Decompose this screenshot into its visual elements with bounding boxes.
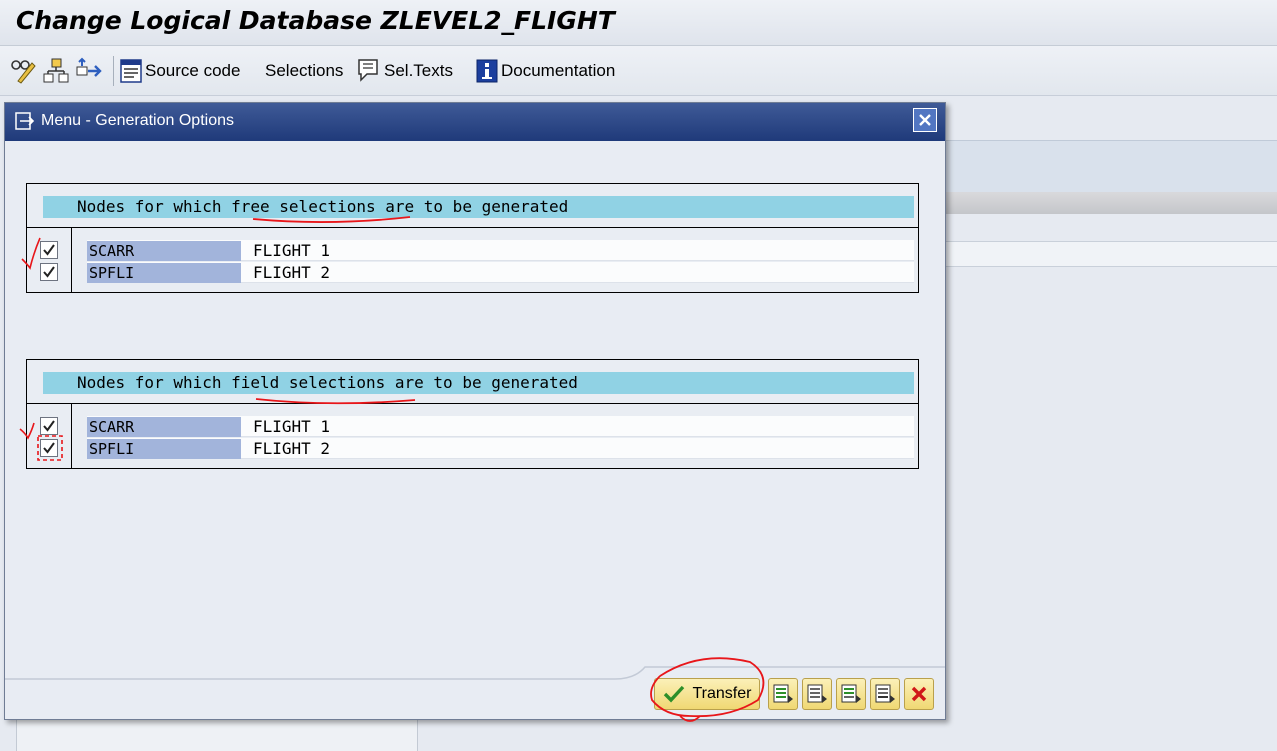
- navigation-arrows-icon[interactable]: [74, 57, 102, 85]
- documentation-label: Documentation: [501, 61, 616, 80]
- checkmark-icon: [43, 420, 55, 432]
- background-pane: [946, 140, 1277, 192]
- background-row: [946, 241, 1277, 267]
- select-block-button[interactable]: [836, 678, 866, 710]
- info-icon: [476, 59, 498, 83]
- source-code-button[interactable]: Source code: [120, 57, 240, 85]
- field-selection-checkbox-scarr[interactable]: [40, 417, 58, 435]
- checkbox-column-divider: [71, 227, 72, 293]
- selections-label: Selections: [265, 61, 344, 80]
- checkmark-icon: [43, 244, 55, 256]
- window-title-bar: Change Logical Database ZLEVEL2_FLIGHT: [0, 0, 1277, 46]
- source-code-icon: [120, 59, 142, 83]
- field-selections-header-text: Nodes for which field selections are to …: [77, 373, 578, 392]
- deselect-block-icon: [875, 684, 895, 703]
- dialog-title: Menu - Generation Options: [41, 112, 234, 129]
- checkbox-column-divider: [71, 403, 72, 469]
- dialog-title-bar[interactable]: Menu - Generation Options: [5, 103, 945, 141]
- checkmark-icon: [43, 266, 55, 278]
- node-name-cell: SCARR: [87, 241, 241, 261]
- free-selections-header-text: Nodes for which free selections are to b…: [77, 197, 569, 216]
- select-all-button[interactable]: [768, 678, 798, 710]
- field-selections-group: Nodes for which field selections are to …: [26, 359, 919, 469]
- dialog-body: Nodes for which free selections are to b…: [5, 141, 945, 719]
- node-text-cell: FLIGHT 2: [253, 263, 331, 282]
- group-divider: [27, 227, 918, 228]
- background-bottom-pane: [16, 720, 418, 751]
- transfer-button[interactable]: Transfer: [654, 678, 760, 710]
- menu-window-icon: [15, 112, 35, 130]
- node-text-cell: FLIGHT 1: [253, 241, 331, 260]
- free-selections-group: Nodes for which free selections are to b…: [26, 183, 919, 293]
- sel-texts-label: Sel.Texts: [384, 61, 453, 80]
- edit-pencil-glasses-icon[interactable]: [10, 57, 38, 85]
- node-text-cell: FLIGHT 2: [253, 439, 331, 458]
- field-selection-checkbox-spfli[interactable]: [40, 439, 58, 457]
- free-selections-header: Nodes for which free selections are to b…: [43, 196, 914, 218]
- node-name-cell: SCARR: [87, 417, 241, 437]
- sel-texts-icon: [358, 59, 378, 82]
- deselect-all-button[interactable]: [802, 678, 832, 710]
- select-block-icon: [841, 684, 861, 703]
- transfer-label: Transfer: [692, 685, 752, 702]
- background-header-strip: [946, 192, 1277, 214]
- toolbar-separator: [113, 56, 114, 86]
- selections-button[interactable]: Selections: [265, 57, 343, 85]
- deselect-block-button[interactable]: [870, 678, 900, 710]
- node-text-cell: FLIGHT 1: [253, 417, 331, 436]
- free-selection-checkbox-spfli[interactable]: [40, 263, 58, 281]
- cancel-x-icon: [911, 686, 927, 702]
- select-all-icon: [773, 684, 793, 703]
- window-title: Change Logical Database ZLEVEL2_FLIGHT: [16, 6, 615, 35]
- sel-texts-button[interactable]: Sel.Texts: [357, 57, 453, 85]
- node-name-cell: SPFLI: [87, 263, 241, 283]
- free-selection-checkbox-scarr[interactable]: [40, 241, 58, 259]
- deselect-all-icon: [807, 684, 827, 703]
- cancel-button[interactable]: [904, 678, 934, 710]
- group-divider: [27, 403, 918, 404]
- dialog-close-button[interactable]: [913, 108, 937, 132]
- hierarchy-icon[interactable]: [42, 57, 70, 85]
- field-selections-header: Nodes for which field selections are to …: [43, 372, 914, 394]
- node-name-cell: SPFLI: [87, 439, 241, 459]
- checkmark-icon: [663, 685, 684, 703]
- generation-options-dialog: Menu - Generation Options Nodes for whic…: [4, 102, 946, 720]
- application-toolbar: Source code Selections Sel.Texts Documen…: [0, 46, 1277, 96]
- close-icon: [919, 114, 931, 126]
- documentation-button[interactable]: Documentation: [476, 57, 615, 85]
- checkmark-icon: [43, 442, 55, 454]
- source-code-label: Source code: [145, 61, 241, 80]
